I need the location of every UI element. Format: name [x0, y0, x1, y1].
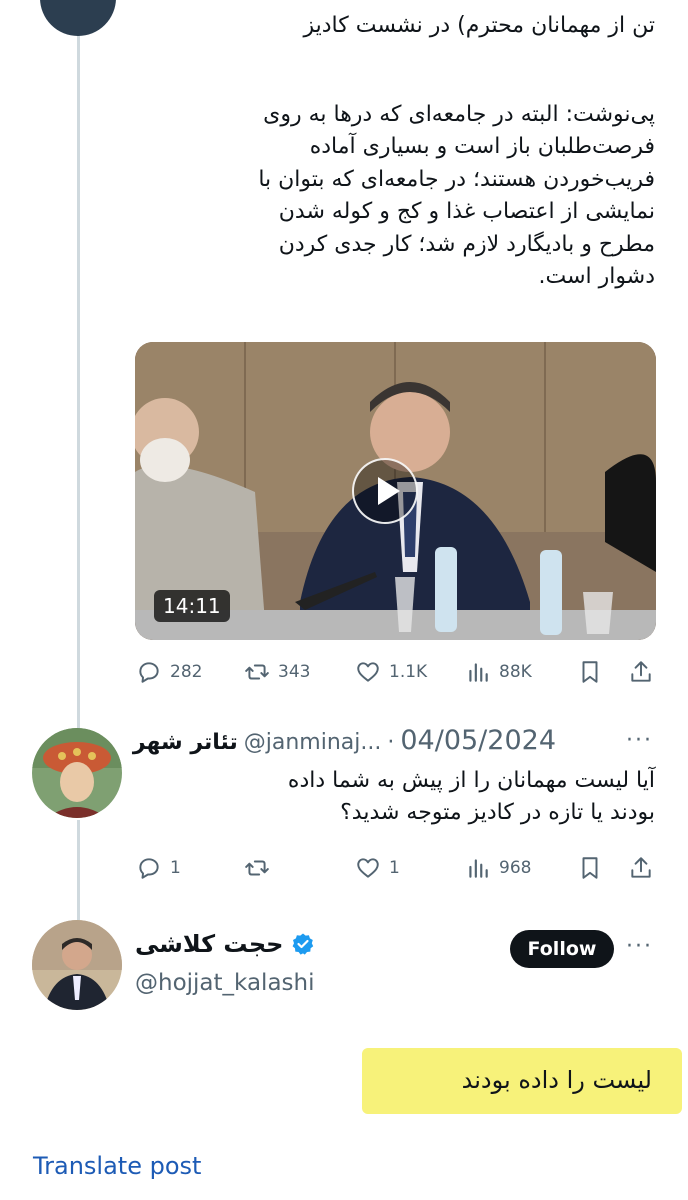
share-icon	[631, 857, 651, 878]
heart-icon	[357, 662, 379, 682]
retweet-count: 343	[278, 662, 311, 682]
avatar-photo-illustration	[32, 920, 122, 1010]
parent-tweet-line: مطرح و بادیگارد لازم شد؛ کار جدی کردن	[278, 232, 655, 257]
avatar-portrait-illustration	[32, 728, 122, 818]
parent-tweet-line: دشوار است.	[538, 264, 655, 289]
bookmark-button[interactable]	[577, 855, 603, 881]
translate-post-link[interactable]: Translate post	[33, 1152, 201, 1180]
thread-line	[77, 0, 80, 728]
views-count: 968	[499, 858, 532, 878]
verified-badge-icon	[293, 933, 314, 955]
share-button[interactable]	[628, 659, 654, 685]
reply-author-name[interactable]: تئاتر شهر	[133, 730, 238, 755]
views-action[interactable]: 88K	[465, 659, 532, 685]
share-button[interactable]	[628, 855, 654, 881]
retweet-icon	[245, 860, 269, 876]
separator-dot: ·	[387, 730, 395, 755]
reply-date[interactable]: 04/05/2024	[400, 725, 556, 756]
main-tweet-text: لیست را داده بودند	[461, 1066, 652, 1094]
parent-avatar[interactable]	[40, 0, 116, 36]
views-icon	[469, 663, 488, 682]
parent-tweet-line: فرصت‌طلبان باز است و بسیاری آماده	[309, 134, 655, 159]
like-count: 1.1K	[389, 662, 428, 682]
views-action[interactable]: 968	[465, 855, 531, 881]
parent-tweet-line: پی‌نوشت: البته در جامعه‌ای که درها به رو…	[263, 102, 655, 127]
reply-action[interactable]: 282	[136, 659, 202, 685]
reply-author-avatar[interactable]	[32, 728, 122, 818]
main-author-handle[interactable]: @hojjat_kalashi	[135, 970, 315, 996]
more-options-icon[interactable]: ···	[626, 934, 653, 959]
reply-icon	[139, 662, 159, 683]
parent-tweet-line: تن از مهمانان محترم) در نشست کادیز	[303, 13, 656, 38]
main-author-header: حجت کلاشی	[135, 930, 315, 958]
like-count: 1	[389, 858, 400, 878]
bookmark-icon	[582, 857, 598, 879]
retweet-action[interactable]	[244, 855, 278, 881]
heart-icon	[357, 858, 379, 878]
reply-count: 282	[170, 662, 203, 682]
bookmark-button[interactable]	[577, 659, 603, 685]
video-duration: 14:11	[154, 590, 230, 622]
parent-tweet-line: نمایشی از اعتصاب غذا و کج و کوله شدن	[278, 199, 655, 224]
bookmark-icon	[582, 661, 598, 683]
like-action[interactable]: 1	[355, 855, 400, 881]
play-icon	[378, 477, 400, 505]
follow-button[interactable]: Follow	[510, 930, 614, 968]
thread-line-lower	[77, 820, 80, 920]
reply-author-handle[interactable]: @janminaj...	[244, 730, 382, 755]
main-author-name[interactable]: حجت کلاشی	[135, 930, 283, 958]
reply-action[interactable]: 1	[136, 855, 181, 881]
reply-tweet-line: بودند یا تازه در کادیز متوجه شدید؟	[340, 800, 655, 825]
like-action[interactable]: 1.1K	[355, 659, 427, 685]
retweet-icon	[245, 664, 269, 680]
main-author-avatar[interactable]	[32, 920, 122, 1010]
share-icon	[631, 661, 651, 682]
play-button[interactable]	[352, 458, 418, 524]
reply-icon	[139, 858, 159, 879]
views-icon	[469, 859, 488, 878]
parent-tweet-line: فریب‌خوردن هستند؛ در جامعه‌ای که بتوان ب…	[258, 167, 655, 192]
views-count: 88K	[499, 662, 532, 682]
reply-tweet-line: آیا لیست مهمانان را از پیش به شما داده	[287, 768, 655, 793]
reply-count: 1	[170, 858, 181, 878]
reply-author-header: تئاتر شهر @janminaj... · 04/05/2024	[133, 725, 556, 756]
retweet-action[interactable]: 343	[244, 659, 310, 685]
more-options-icon[interactable]: ···	[626, 728, 653, 753]
